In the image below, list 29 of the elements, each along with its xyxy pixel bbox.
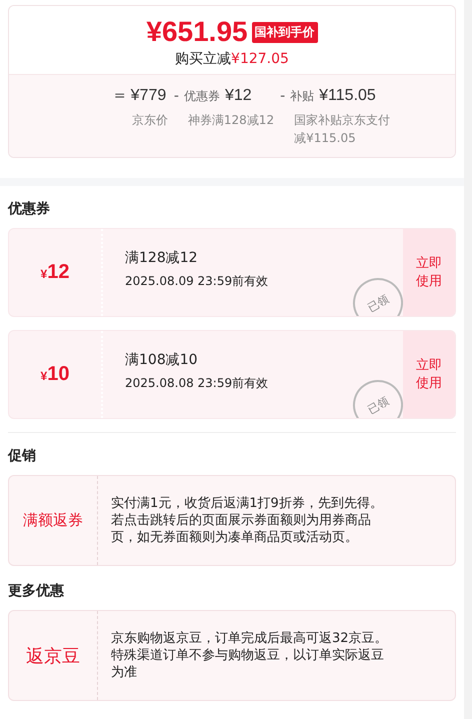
operator: - (174, 88, 179, 104)
section-title: 优惠券 (8, 200, 51, 219)
price-value: ¥779 (130, 87, 166, 105)
promo-description: 京东购物返京豆，订单完成后最高可返32京豆。特殊渠道订单不参与购物返豆，以订单实际返豆为准 (110, 630, 389, 682)
section-title: 更多优惠 (8, 582, 65, 601)
operator: = (114, 88, 126, 104)
coupon-condition: 满128减12 (125, 249, 199, 267)
price-value: ¥12 (224, 87, 252, 105)
coupon-amount: ¥10 (40, 363, 70, 386)
coupon-validity: 2025.08.08 23:59前有效 (125, 375, 270, 392)
price-tag: 国补到手价 (252, 22, 318, 42)
price-label: 优惠券 (184, 88, 220, 105)
price-note: 神券满128减12 (186, 112, 274, 129)
price-value: ¥115.05 (319, 87, 376, 105)
price-label: 补贴 (290, 88, 314, 105)
use-button[interactable]: 立即使用 (403, 229, 455, 316)
price-note: 国家补贴京东支付减¥115.05 (293, 112, 390, 147)
coupon-validity: 2025.08.09 23:59前有效 (125, 273, 270, 290)
coupon-amount: ¥12 (40, 261, 70, 284)
promo-label: 满额返券 (23, 511, 83, 530)
section-title: 促销 (8, 447, 37, 466)
final-price: ¥651.95 (146, 16, 248, 48)
use-button[interactable]: 立即使用 (403, 331, 455, 418)
operator: - (280, 88, 286, 104)
price-note: 京东价 (130, 112, 168, 129)
promo-label: 返京豆 (26, 644, 80, 668)
promo-description: 实付满1元，收货后返满1打9折券，先到先得。若点击跳转后的页面展示券面额则为用券商品页，如无券面额则为凑单商品页或活动页。 (110, 495, 384, 547)
saving-text: 购买立减¥127.05 (175, 50, 289, 68)
coupon-condition: 满108减10 (125, 351, 199, 369)
